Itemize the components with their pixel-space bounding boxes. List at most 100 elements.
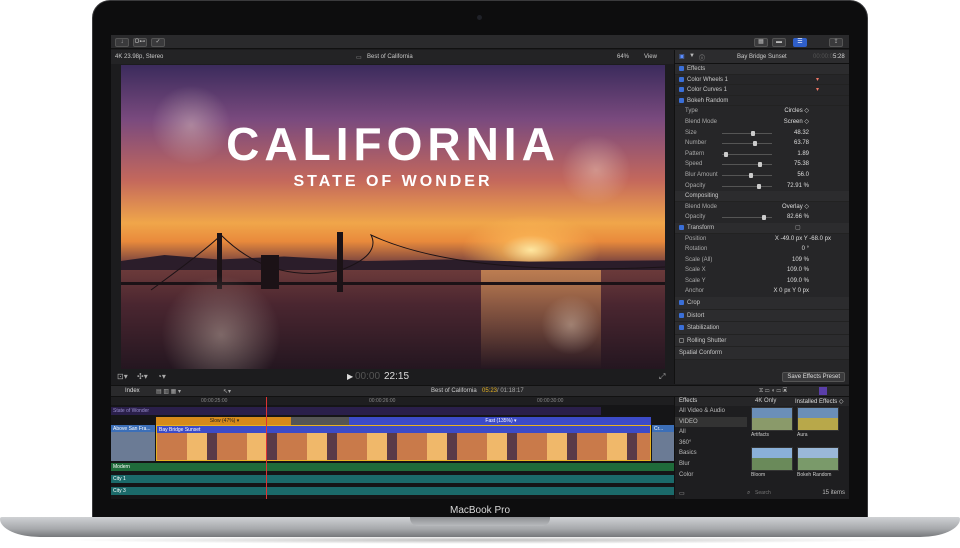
slider-knob[interactable] <box>724 151 729 157</box>
param-slider[interactable] <box>722 215 772 221</box>
param-value[interactable]: 109.0 % <box>787 265 809 276</box>
audio-clip-city1[interactable]: City 1 <box>111 475 674 483</box>
effect-item[interactable]: Color Curves 1 ▾ <box>675 85 849 96</box>
param-value[interactable]: 109 % <box>792 255 809 266</box>
param-slider[interactable] <box>722 183 772 189</box>
checkbox-icon[interactable] <box>679 87 684 93</box>
inspector-toggle-button[interactable]: ☰ <box>793 38 807 47</box>
param-value[interactable]: Circles ◇ <box>784 106 809 117</box>
transform-section[interactable]: Transform ▢ <box>675 222 849 234</box>
param-value[interactable]: 109.0 % <box>787 276 809 287</box>
play-icon[interactable]: ▶ <box>347 372 353 381</box>
audio-clip-modern[interactable]: Modern <box>111 463 674 471</box>
param-value[interactable]: 56.0 <box>797 170 809 181</box>
param-row[interactable]: Blend Mode Screen ◇ <box>675 117 849 128</box>
param-value[interactable]: 72.91 % <box>787 181 809 192</box>
slider-knob[interactable] <box>761 215 766 221</box>
effects-search-input[interactable] <box>755 489 815 497</box>
param-row[interactable]: Rotation 0 ° <box>675 244 849 255</box>
param-row[interactable]: Number 63.78 <box>675 138 849 149</box>
color-board-icon[interactable]: ▾ <box>816 75 819 86</box>
effect-item[interactable]: Color Wheels 1 ▾ <box>675 75 849 86</box>
param-row[interactable]: Size 48.32 <box>675 128 849 139</box>
effects-category[interactable]: Blur <box>675 459 747 470</box>
checkbox-icon[interactable] <box>679 337 684 343</box>
sidebar-toggle-icon[interactable]: ▭ <box>679 490 685 497</box>
param-value[interactable]: 63.78 <box>794 138 809 149</box>
clip-above-sf[interactable]: Above San Fra... <box>111 425 155 461</box>
param-value[interactable]: 82.66 % <box>787 212 809 223</box>
effects-section[interactable]: Effects <box>675 64 849 75</box>
param-row[interactable]: Scale X 109.0 % <box>675 265 849 276</box>
speed-slow-segment[interactable]: Slow (47%) ▾ <box>156 417 291 425</box>
param-row[interactable]: Scale Y 109.0 % <box>675 276 849 287</box>
info-icon[interactable]: ⓘ <box>699 53 705 62</box>
save-effects-preset-button[interactable]: Save Effects Preset <box>782 372 845 382</box>
param-row[interactable]: Opacity 82.66 % <box>675 212 849 223</box>
speed-normal-segment[interactable] <box>291 417 349 425</box>
param-value[interactable]: 1.89 <box>797 149 809 160</box>
effects-browser-icon[interactable] <box>819 387 827 395</box>
inspector-section[interactable]: Crop <box>675 297 849 310</box>
param-row[interactable]: Scale (All) 109 % <box>675 255 849 266</box>
playhead[interactable] <box>266 397 267 499</box>
param-value[interactable]: 75.38 <box>794 159 809 170</box>
checkbox-icon[interactable] <box>679 76 684 82</box>
import-button[interactable]: ↓ <box>115 38 129 47</box>
checkbox-icon[interactable] <box>679 325 684 331</box>
effect-thumb-artifacts[interactable] <box>751 407 793 431</box>
param-slider[interactable] <box>722 141 772 147</box>
timeline-options-icon[interactable]: ⧖ ▭ ◖ ▭ ▣ <box>759 388 787 395</box>
browser-toggle-button[interactable]: ▦ <box>754 38 768 47</box>
timeline[interactable]: 00:00:25:00 00:00:26:00 00:00:30:00 Stat… <box>111 397 674 499</box>
param-value[interactable]: Screen ◇ <box>784 117 809 128</box>
effects-category[interactable]: All <box>675 427 747 438</box>
param-value[interactable]: 0 ° <box>802 244 809 255</box>
effect-thumb-bloom[interactable] <box>751 447 793 471</box>
param-row[interactable]: Type Circles ◇ <box>675 106 849 117</box>
clip-bay-bridge[interactable]: Bay Bridge Sunset <box>156 425 651 461</box>
installed-effects-menu[interactable]: Installed Effects ◇ <box>795 398 844 405</box>
slider-knob[interactable] <box>750 130 755 136</box>
color-inspector-icon[interactable]: ▼ <box>689 53 695 59</box>
audio-clip-city3[interactable]: City 3 <box>111 487 674 495</box>
4k-only-filter[interactable]: 4K Only <box>755 398 776 404</box>
param-row[interactable]: Opacity 72.91 % <box>675 181 849 192</box>
crop-tool-icon[interactable]: ⊡▾ <box>117 372 128 381</box>
effects-category[interactable]: VIDEO <box>675 416 747 428</box>
param-value[interactable]: 48.32 <box>794 128 809 139</box>
inspector-section[interactable]: Distort <box>675 309 849 323</box>
param-row[interactable]: Pattern 1.89 <box>675 149 849 160</box>
param-value[interactable]: Overlay ◇ <box>782 202 809 213</box>
param-row[interactable]: Anchor X 0 px Y 0 px <box>675 286 849 297</box>
select-tool-icon[interactable]: ↖▾ <box>223 388 231 395</box>
inspector-section[interactable]: Spatial Conform <box>675 347 849 361</box>
checkbox-icon[interactable] <box>679 65 684 71</box>
speed-fast-segment[interactable]: Fast (135%) ▾ <box>349 417 651 425</box>
param-slider[interactable] <box>722 151 772 157</box>
inspector-section[interactable]: Rolling Shutter <box>675 334 849 348</box>
video-inspector-icon[interactable]: ▣ <box>679 53 685 60</box>
edit-tools-icon[interactable]: ▤ ▥ ▦ ▾ <box>156 388 181 395</box>
effects-category[interactable]: Basics <box>675 448 747 459</box>
view-menu[interactable]: View <box>644 54 657 60</box>
effects-category[interactable]: 360° <box>675 438 747 449</box>
slider-knob[interactable] <box>757 183 762 189</box>
inspector-section[interactable]: Stabilization <box>675 322 849 335</box>
param-row[interactable]: Position X -49.0 px Y -68.0 px <box>675 234 849 245</box>
speed-tool-icon[interactable]: ◔▾ <box>157 372 166 381</box>
zoom-menu[interactable]: 64% <box>617 54 629 60</box>
checkbox-icon[interactable] <box>679 312 684 318</box>
slider-knob[interactable] <box>748 172 753 178</box>
title-clip[interactable]: State of Wonder <box>111 407 601 415</box>
checkbox-icon[interactable] <box>679 224 684 230</box>
param-slider[interactable] <box>722 130 772 136</box>
transform-tool-icon[interactable]: ✣▾ <box>137 372 148 381</box>
video-viewer[interactable]: CALIFORNIA STATE OF WONDER <box>121 65 665 369</box>
effects-category[interactable]: All Video & Audio <box>675 406 747 417</box>
timeline-toggle-button[interactable]: ▬ <box>772 38 786 47</box>
param-row[interactable]: Blend Mode Overlay ◇ <box>675 202 849 213</box>
color-board-icon[interactable]: ▾ <box>816 85 819 96</box>
checkbox-icon[interactable] <box>679 299 684 305</box>
index-button[interactable]: Index <box>125 388 140 394</box>
